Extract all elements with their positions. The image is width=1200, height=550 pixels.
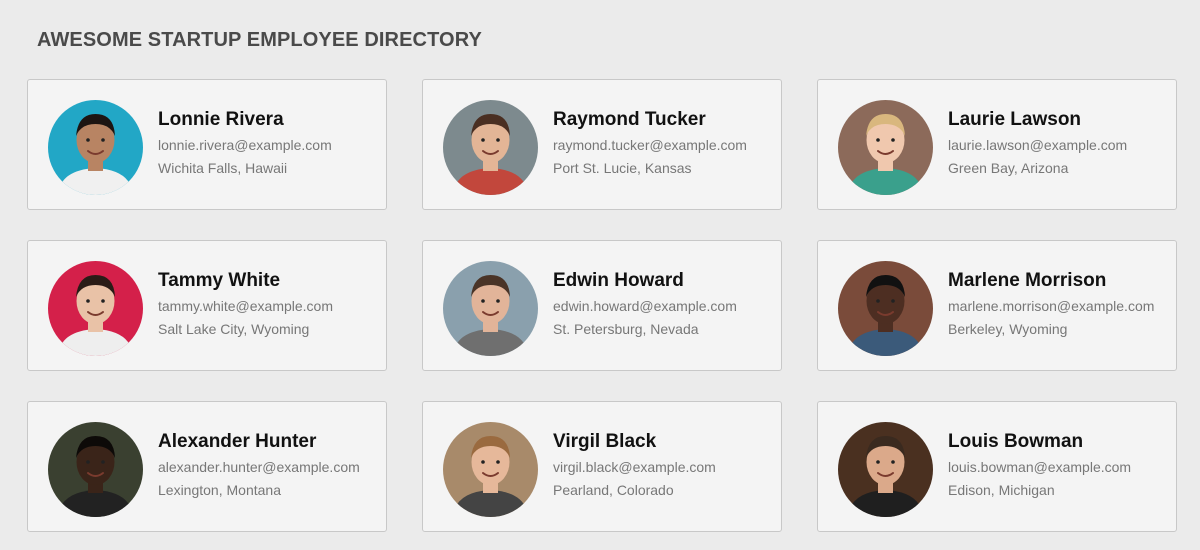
employee-info: Virgil Black virgil.black@example.com Pe… (553, 430, 775, 500)
employee-name: Laurie Lawson (948, 109, 1082, 130)
employee-avatar (443, 261, 538, 356)
employee-avatar (443, 422, 538, 517)
employee-card[interactable]: Raymond Tucker raymond.tucker@example.co… (422, 79, 782, 210)
employee-location: Port St. Lucie, Kansas (553, 160, 692, 176)
portrait-icon (48, 261, 143, 356)
employee-card[interactable]: Tammy White tammy.white@example.com Salt… (27, 240, 387, 371)
employee-avatar (838, 422, 933, 517)
employee-email: louis.bowman@example.com (948, 459, 1132, 475)
portrait-icon (838, 422, 933, 517)
employee-info: Louis Bowman louis.bowman@example.com Ed… (948, 430, 1170, 500)
employee-avatar (48, 100, 143, 195)
employee-email: tammy.white@example.com (158, 298, 333, 314)
employee-info: Laurie Lawson laurie.lawson@example.com … (948, 108, 1170, 178)
employee-name: Raymond Tucker (553, 109, 706, 130)
employee-card[interactable]: Edwin Howard edwin.howard@example.com St… (422, 240, 782, 371)
portrait-icon (443, 100, 538, 195)
employee-location: Berkeley, Wyoming (948, 321, 1068, 337)
employee-email: marlene.morrison@example.com (948, 298, 1155, 314)
employee-card[interactable]: Virgil Black virgil.black@example.com Pe… (422, 401, 782, 532)
portrait-icon (48, 100, 143, 195)
employee-email: alexander.hunter@example.com (158, 459, 360, 475)
employee-location: Pearland, Colorado (553, 482, 674, 498)
portrait-icon (443, 261, 538, 356)
employee-name: Marlene Morrison (948, 270, 1107, 291)
employee-grid: Lonnie Rivera lonnie.rivera@example.com … (27, 79, 1177, 532)
employee-info: Raymond Tucker raymond.tucker@example.co… (553, 108, 775, 178)
employee-name: Tammy White (158, 270, 281, 291)
employee-email: edwin.howard@example.com (553, 298, 737, 314)
page-title: AWESOME STARTUP EMPLOYEE DIRECTORY (37, 29, 482, 51)
employee-info: Edwin Howard edwin.howard@example.com St… (553, 269, 775, 339)
employee-avatar (838, 100, 933, 195)
employee-name: Virgil Black (553, 431, 657, 452)
employee-email: raymond.tucker@example.com (553, 137, 747, 153)
employee-avatar (838, 261, 933, 356)
employee-location: St. Petersburg, Nevada (553, 321, 699, 337)
employee-email: lonnie.rivera@example.com (158, 137, 332, 153)
employee-card[interactable]: Louis Bowman louis.bowman@example.com Ed… (817, 401, 1177, 532)
portrait-icon (443, 422, 538, 517)
employee-name: Alexander Hunter (158, 431, 317, 452)
employee-info: Tammy White tammy.white@example.com Salt… (158, 269, 380, 339)
employee-card[interactable]: Laurie Lawson laurie.lawson@example.com … (817, 79, 1177, 210)
employee-location: Edison, Michigan (948, 482, 1055, 498)
employee-card[interactable]: Lonnie Rivera lonnie.rivera@example.com … (27, 79, 387, 210)
employee-avatar (48, 422, 143, 517)
employee-avatar (48, 261, 143, 356)
directory-page: AWESOME STARTUP EMPLOYEE DIRECTORY Lonni… (0, 0, 1200, 550)
portrait-icon (48, 422, 143, 517)
employee-location: Salt Lake City, Wyoming (158, 321, 310, 337)
employee-email: laurie.lawson@example.com (948, 137, 1128, 153)
employee-info: Marlene Morrison marlene.morrison@exampl… (948, 269, 1170, 339)
employee-info: Alexander Hunter alexander.hunter@exampl… (158, 430, 380, 500)
employee-card[interactable]: Alexander Hunter alexander.hunter@exampl… (27, 401, 387, 532)
employee-card[interactable]: Marlene Morrison marlene.morrison@exampl… (817, 240, 1177, 371)
employee-name: Edwin Howard (553, 270, 684, 291)
portrait-icon (838, 261, 933, 356)
employee-name: Lonnie Rivera (158, 109, 284, 130)
portrait-icon (838, 100, 933, 195)
employee-email: virgil.black@example.com (553, 459, 716, 475)
employee-location: Green Bay, Arizona (948, 160, 1069, 176)
employee-info: Lonnie Rivera lonnie.rivera@example.com … (158, 108, 380, 178)
employee-location: Lexington, Montana (158, 482, 281, 498)
employee-name: Louis Bowman (948, 431, 1084, 452)
employee-avatar (443, 100, 538, 195)
employee-location: Wichita Falls, Hawaii (158, 160, 288, 176)
